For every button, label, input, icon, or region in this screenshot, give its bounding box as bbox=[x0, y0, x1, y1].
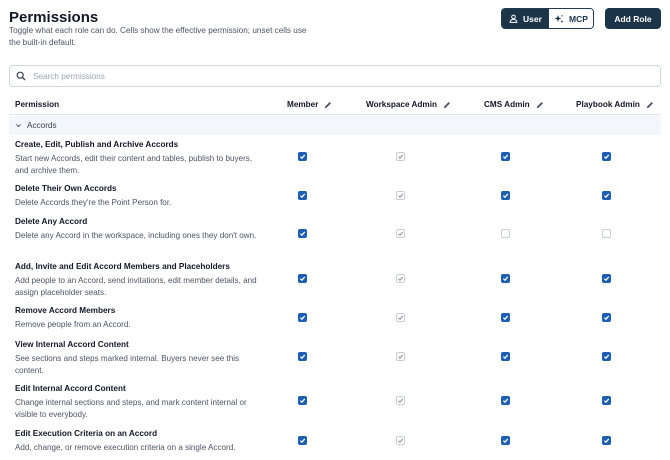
permission-name: Add, Invite and Edit Accord Members and … bbox=[15, 262, 230, 271]
table-header: Permission Member Workspace Admin CMS Ad… bbox=[9, 96, 661, 115]
table-row: Edit Internal Accord Content Change inter… bbox=[9, 384, 661, 424]
checkbox-cms-admin[interactable] bbox=[501, 396, 510, 405]
permission-description: Remove people from an Accord. bbox=[15, 320, 131, 329]
sparkle-icon bbox=[554, 14, 564, 24]
checkbox-workspace-admin[interactable] bbox=[396, 436, 405, 445]
table-row: Create, Edit, Publish and Archive Accord… bbox=[9, 140, 661, 180]
checkbox-workspace-admin[interactable] bbox=[396, 229, 405, 238]
checkbox-playbook-admin[interactable] bbox=[602, 352, 611, 361]
permission-name: Delete Any Accord bbox=[15, 217, 88, 226]
checkbox-member[interactable] bbox=[298, 352, 307, 361]
permission-description: Delete any Accord in the workspace, incl… bbox=[15, 231, 257, 240]
edit-playbook-admin-role-icon[interactable] bbox=[646, 101, 654, 109]
checkbox-cms-admin[interactable] bbox=[501, 152, 510, 161]
checkbox-member[interactable] bbox=[298, 152, 307, 161]
checkbox-member[interactable] bbox=[298, 274, 307, 283]
permission-name: Remove Accord Members bbox=[15, 306, 116, 315]
permission-description: Add, change, or remove execution criteri… bbox=[15, 443, 236, 452]
checkbox-playbook-admin[interactable] bbox=[602, 229, 611, 238]
edit-member-role-icon[interactable] bbox=[324, 101, 332, 109]
checkbox-workspace-admin[interactable] bbox=[396, 396, 405, 405]
edit-workspace-admin-role-icon[interactable] bbox=[443, 101, 451, 109]
checkbox-playbook-admin[interactable] bbox=[602, 191, 611, 200]
search-input[interactable] bbox=[33, 71, 633, 81]
page-title: Permissions bbox=[9, 9, 99, 26]
column-header-cms-admin: CMS Admin bbox=[484, 100, 544, 109]
checkbox-cms-admin[interactable] bbox=[501, 191, 510, 200]
checkbox-workspace-admin[interactable] bbox=[396, 313, 405, 322]
column-header-workspace-admin: Workspace Admin bbox=[366, 100, 451, 109]
checkbox-cms-admin[interactable] bbox=[501, 313, 510, 322]
checkbox-playbook-admin[interactable] bbox=[602, 313, 611, 322]
mcp-view-label: MCP bbox=[569, 13, 588, 24]
checkbox-member[interactable] bbox=[298, 191, 307, 200]
permission-description: Delete Accords they're the Point Person … bbox=[15, 198, 172, 207]
permission-description: Add people to an Accord, send invitation… bbox=[15, 276, 257, 297]
checkbox-cms-admin[interactable] bbox=[501, 229, 510, 238]
permission-name: Delete Their Own Accords bbox=[15, 184, 117, 193]
checkbox-member[interactable] bbox=[298, 229, 307, 238]
column-label: Member bbox=[287, 100, 319, 109]
checkbox-workspace-admin[interactable] bbox=[396, 274, 405, 283]
checkbox-workspace-admin[interactable] bbox=[396, 152, 405, 161]
checkbox-playbook-admin[interactable] bbox=[602, 274, 611, 283]
checkbox-cms-admin[interactable] bbox=[501, 274, 510, 283]
column-header-member: Member bbox=[287, 100, 332, 109]
checkbox-member[interactable] bbox=[298, 396, 307, 405]
table-row: Add, Invite and Edit Accord Members and … bbox=[9, 262, 661, 302]
edit-cms-admin-role-icon[interactable] bbox=[536, 101, 544, 109]
checkbox-playbook-admin[interactable] bbox=[602, 152, 611, 161]
mcp-view-button[interactable]: MCP bbox=[549, 9, 593, 28]
permission-name: Create, Edit, Publish and Archive Accord… bbox=[15, 140, 179, 149]
checkbox-cms-admin[interactable] bbox=[501, 352, 510, 361]
checkbox-cms-admin[interactable] bbox=[501, 436, 510, 445]
chevron-down-icon bbox=[15, 122, 22, 129]
table-row: Edit Execution Criteria on an Accord Add,… bbox=[9, 429, 661, 460]
permission-description: Change internal sections and steps, and … bbox=[15, 398, 247, 419]
section-accords-toggle[interactable]: Accords bbox=[9, 116, 661, 135]
section-label: Accords bbox=[27, 121, 57, 130]
user-view-label: User bbox=[523, 13, 542, 24]
page-header: Permissions Toggle what each role can do… bbox=[9, 8, 661, 48]
page-subtitle: Toggle what each role can do. Cells show… bbox=[9, 26, 307, 47]
search-icon bbox=[16, 71, 26, 81]
permission-name: Edit Execution Criteria on an Accord bbox=[15, 429, 158, 438]
column-header-playbook-admin: Playbook Admin bbox=[576, 100, 654, 109]
column-label: Workspace Admin bbox=[366, 100, 437, 109]
column-label: Permission bbox=[15, 100, 60, 109]
permission-description: Start new Accords, edit their content an… bbox=[15, 154, 253, 175]
user-view-button[interactable]: User bbox=[502, 9, 549, 28]
checkbox-workspace-admin[interactable] bbox=[396, 352, 405, 361]
column-label: CMS Admin bbox=[484, 100, 530, 109]
user-icon bbox=[509, 14, 518, 23]
checkbox-member[interactable] bbox=[298, 313, 307, 322]
checkbox-playbook-admin[interactable] bbox=[602, 396, 611, 405]
permission-name: Edit Internal Accord Content bbox=[15, 384, 126, 393]
table-row: Delete Any Accord Delete any Accord in th… bbox=[9, 217, 661, 257]
checkbox-member[interactable] bbox=[298, 436, 307, 445]
table-row: View Internal Accord Content See sections… bbox=[9, 340, 661, 380]
column-header-permission: Permission bbox=[15, 100, 59, 109]
permission-name: View Internal Accord Content bbox=[15, 340, 129, 349]
view-mode-toggle: User MCP bbox=[501, 8, 594, 29]
search-bar bbox=[9, 65, 661, 87]
checkbox-playbook-admin[interactable] bbox=[602, 436, 611, 445]
add-role-button[interactable]: Add Role bbox=[605, 8, 661, 29]
permission-description: See sections and steps marked internal. … bbox=[15, 354, 240, 375]
checkbox-workspace-admin[interactable] bbox=[396, 191, 405, 200]
column-label: Playbook Admin bbox=[576, 100, 640, 109]
